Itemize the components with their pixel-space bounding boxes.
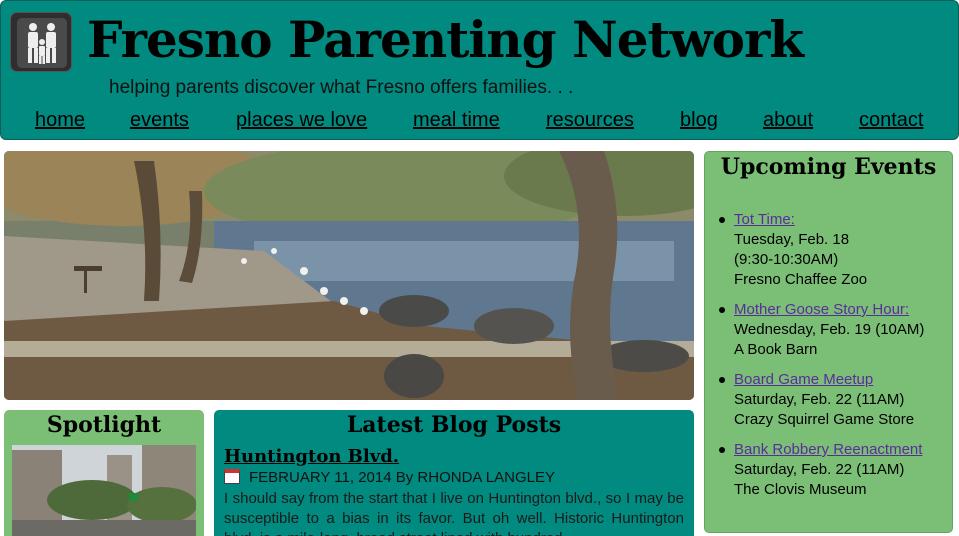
nav-about[interactable]: about — [763, 109, 813, 132]
calendar-icon — [224, 469, 240, 484]
event-date: Saturday, Feb. 22 (11AM) — [734, 391, 905, 408]
events-title: Upcoming Events — [720, 154, 937, 180]
main-nav: home events places we love meal time res… — [1, 109, 959, 137]
event-location: Fresno Chaffee Zoo — [734, 271, 868, 288]
event-link[interactable]: Mother Goose Story Hour: — [734, 301, 909, 318]
site-header: Fresno Parenting Network helping parents… — [0, 0, 959, 140]
family-icon[interactable] — [10, 12, 72, 72]
upcoming-events-panel: Upcoming Events Tot Time: Tuesday, Feb. … — [704, 151, 953, 533]
hero-image — [4, 151, 694, 400]
nav-meal-time[interactable]: meal time — [413, 109, 500, 132]
nav-home[interactable]: home — [35, 109, 85, 132]
nav-places-we-love[interactable]: places we love — [236, 109, 367, 132]
list-item: Board Game Meetup Saturday, Feb. 22 (11A… — [719, 370, 951, 430]
event-link[interactable]: Tot Time: — [734, 211, 795, 228]
event-date: Tuesday, Feb. 18 — [734, 231, 850, 248]
site-tagline: helping parents discover what Fresno off… — [109, 77, 574, 98]
event-link[interactable]: Board Game Meetup — [734, 371, 873, 388]
latest-blog-posts-panel: Latest Blog Posts Huntington Blvd. FEBRU… — [214, 410, 694, 536]
event-date: Saturday, Feb. 22 (11AM) — [734, 461, 905, 478]
spotlight-title: Spotlight — [46, 412, 162, 438]
list-item: Bank Robbery Reenactment Saturday, Feb. … — [719, 440, 951, 500]
list-item: Tot Time: Tuesday, Feb. 18 (9:30-10:30AM… — [719, 210, 951, 290]
event-location: The Clovis Museum — [734, 481, 867, 498]
event-location: A Book Barn — [734, 341, 818, 358]
post-title-link[interactable]: Huntington Blvd. — [224, 446, 399, 467]
post-meta: FEBRUARY 11, 2014 By RHONDA LANGLEY — [224, 469, 555, 486]
site-title[interactable]: Fresno Parenting Network — [87, 7, 804, 73]
nav-resources[interactable]: resources — [546, 109, 634, 132]
event-location: Crazy Squirrel Game Store — [734, 411, 915, 428]
spotlight-panel: Spotlight — [4, 410, 204, 536]
event-date: Wednesday, Feb. 19 (10AM) — [734, 321, 925, 338]
event-link[interactable]: Bank Robbery Reenactment — [734, 441, 922, 458]
nav-events[interactable]: events — [130, 109, 189, 132]
event-time: (9:30-10:30AM) — [734, 251, 839, 268]
spotlight-image[interactable] — [12, 445, 197, 536]
blog-title: Latest Blog Posts — [346, 412, 562, 438]
list-item: Mother Goose Story Hour: Wednesday, Feb.… — [719, 300, 951, 360]
events-list: Tot Time: Tuesday, Feb. 18 (9:30-10:30AM… — [719, 210, 951, 510]
nav-contact[interactable]: contact — [859, 109, 923, 132]
nav-blog[interactable]: blog — [680, 109, 718, 132]
post-meta-text: FEBRUARY 11, 2014 By RHONDA LANGLEY — [249, 469, 555, 486]
post-excerpt: I should say from the start that I live … — [224, 490, 684, 536]
